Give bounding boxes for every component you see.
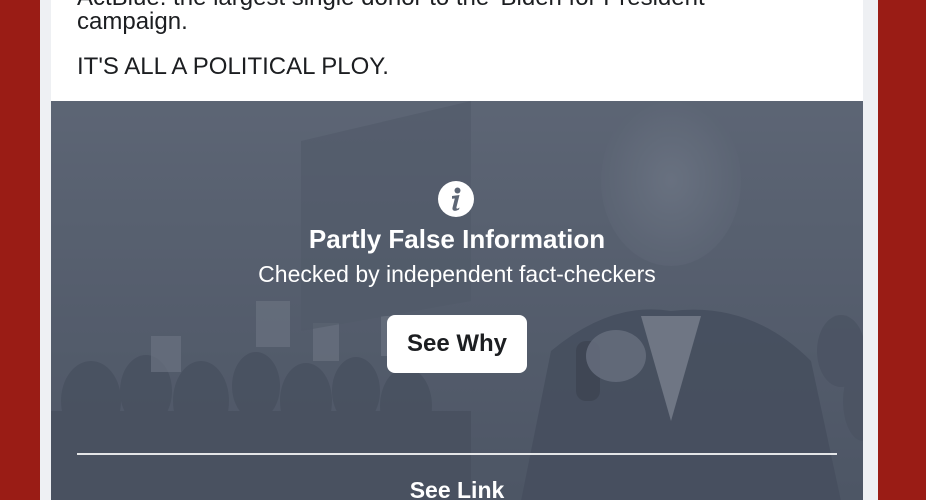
overlay-shade [51, 101, 863, 500]
see-link-button[interactable]: See Link [51, 475, 863, 500]
frame-border-left [0, 0, 40, 500]
post-text-line: campaign. [77, 8, 188, 35]
post-text-line: IT'S ALL A POLITICAL PLOY. [77, 53, 389, 80]
see-why-button[interactable]: See Why [387, 315, 527, 373]
info-icon [438, 181, 474, 217]
fact-check-subtitle: Checked by independent fact-checkers [258, 261, 656, 287]
divider [77, 453, 837, 455]
frame-border-right [886, 0, 926, 500]
post-card: ActBlue: the largest single donor to the… [51, 0, 863, 500]
fact-check-title: Partly False Information [308, 224, 606, 254]
fact-check-overlay: Partly False Information Checked by inde… [51, 101, 863, 500]
